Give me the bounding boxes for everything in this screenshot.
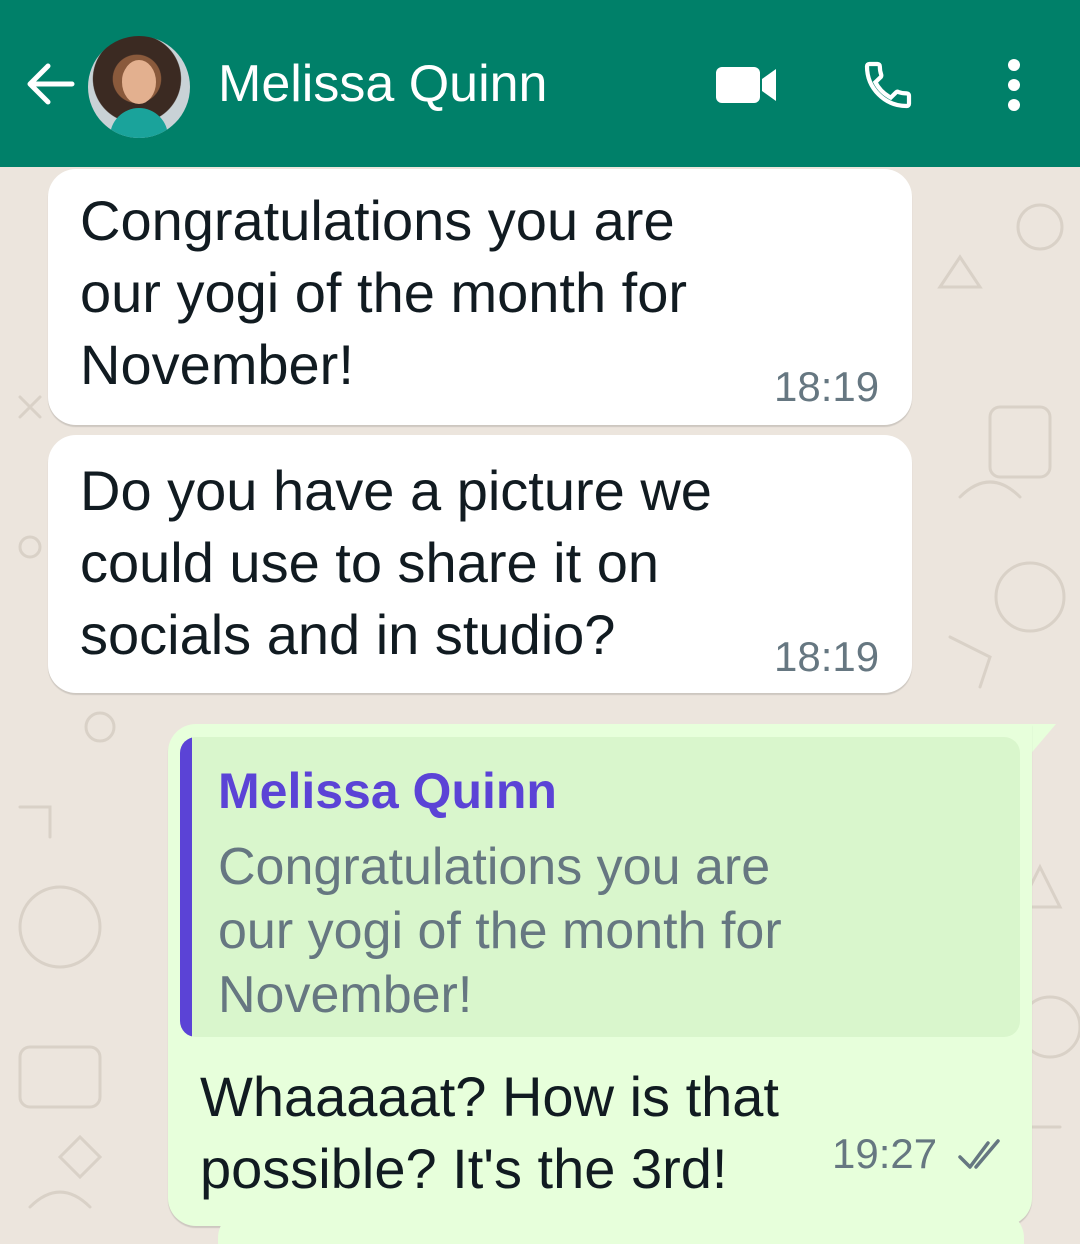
message-text: Whaaaaat? How is that possible? It's the… xyxy=(200,1061,900,1205)
message-time: 18:19 xyxy=(774,633,880,680)
message-line: socials and in studio? xyxy=(80,603,616,666)
voice-call-icon[interactable] xyxy=(850,50,926,120)
message-text: Do you have a picture we could use to sh… xyxy=(80,455,820,671)
outgoing-message-bubble-partial[interactable] xyxy=(218,1210,1024,1244)
read-ticks-icon xyxy=(958,1139,1000,1169)
quoted-line: Congratulations you are xyxy=(218,838,771,896)
avatar-face xyxy=(122,60,156,104)
quoted-author: Melissa Quinn xyxy=(218,763,557,819)
incoming-message-bubble[interactable]: Do you have a picture we could use to sh… xyxy=(48,435,912,693)
quoted-line: November! xyxy=(218,966,473,1024)
back-arrow-icon[interactable] xyxy=(22,56,78,112)
message-line: Congratulations you are xyxy=(80,189,675,252)
quoted-message[interactable]: Melissa Quinn Congratulations you are ou… xyxy=(180,737,1020,1037)
message-line: could use to share it on xyxy=(80,531,660,594)
incoming-message-bubble[interactable]: Congratulations you are our yogi of the … xyxy=(48,169,912,425)
video-call-icon[interactable] xyxy=(706,50,786,120)
more-options-icon[interactable] xyxy=(990,50,1038,120)
message-time: 19:27 xyxy=(832,1130,938,1177)
quoted-line: our yogi of the month for xyxy=(218,902,782,960)
message-time: 18:19 xyxy=(774,363,880,410)
message-line: Whaaaaat? How is that xyxy=(200,1065,779,1128)
avatar-shirt xyxy=(110,108,168,138)
message-text: Congratulations you are our yogi of the … xyxy=(80,185,820,401)
message-line: November! xyxy=(80,333,354,396)
contact-avatar[interactable] xyxy=(88,36,190,138)
quote-accent-bar xyxy=(180,737,192,1037)
message-line: Do you have a picture we xyxy=(80,459,712,522)
chat-header: Melissa Quinn xyxy=(0,0,1080,167)
message-line: our yogi of the month for xyxy=(80,261,688,324)
quoted-text: Congratulations you are our yogi of the … xyxy=(218,835,998,1027)
message-line: possible? It's the 3rd! xyxy=(200,1137,728,1200)
chat-area[interactable]: Congratulations you are our yogi of the … xyxy=(0,167,1080,1244)
contact-name[interactable]: Melissa Quinn xyxy=(218,54,547,114)
